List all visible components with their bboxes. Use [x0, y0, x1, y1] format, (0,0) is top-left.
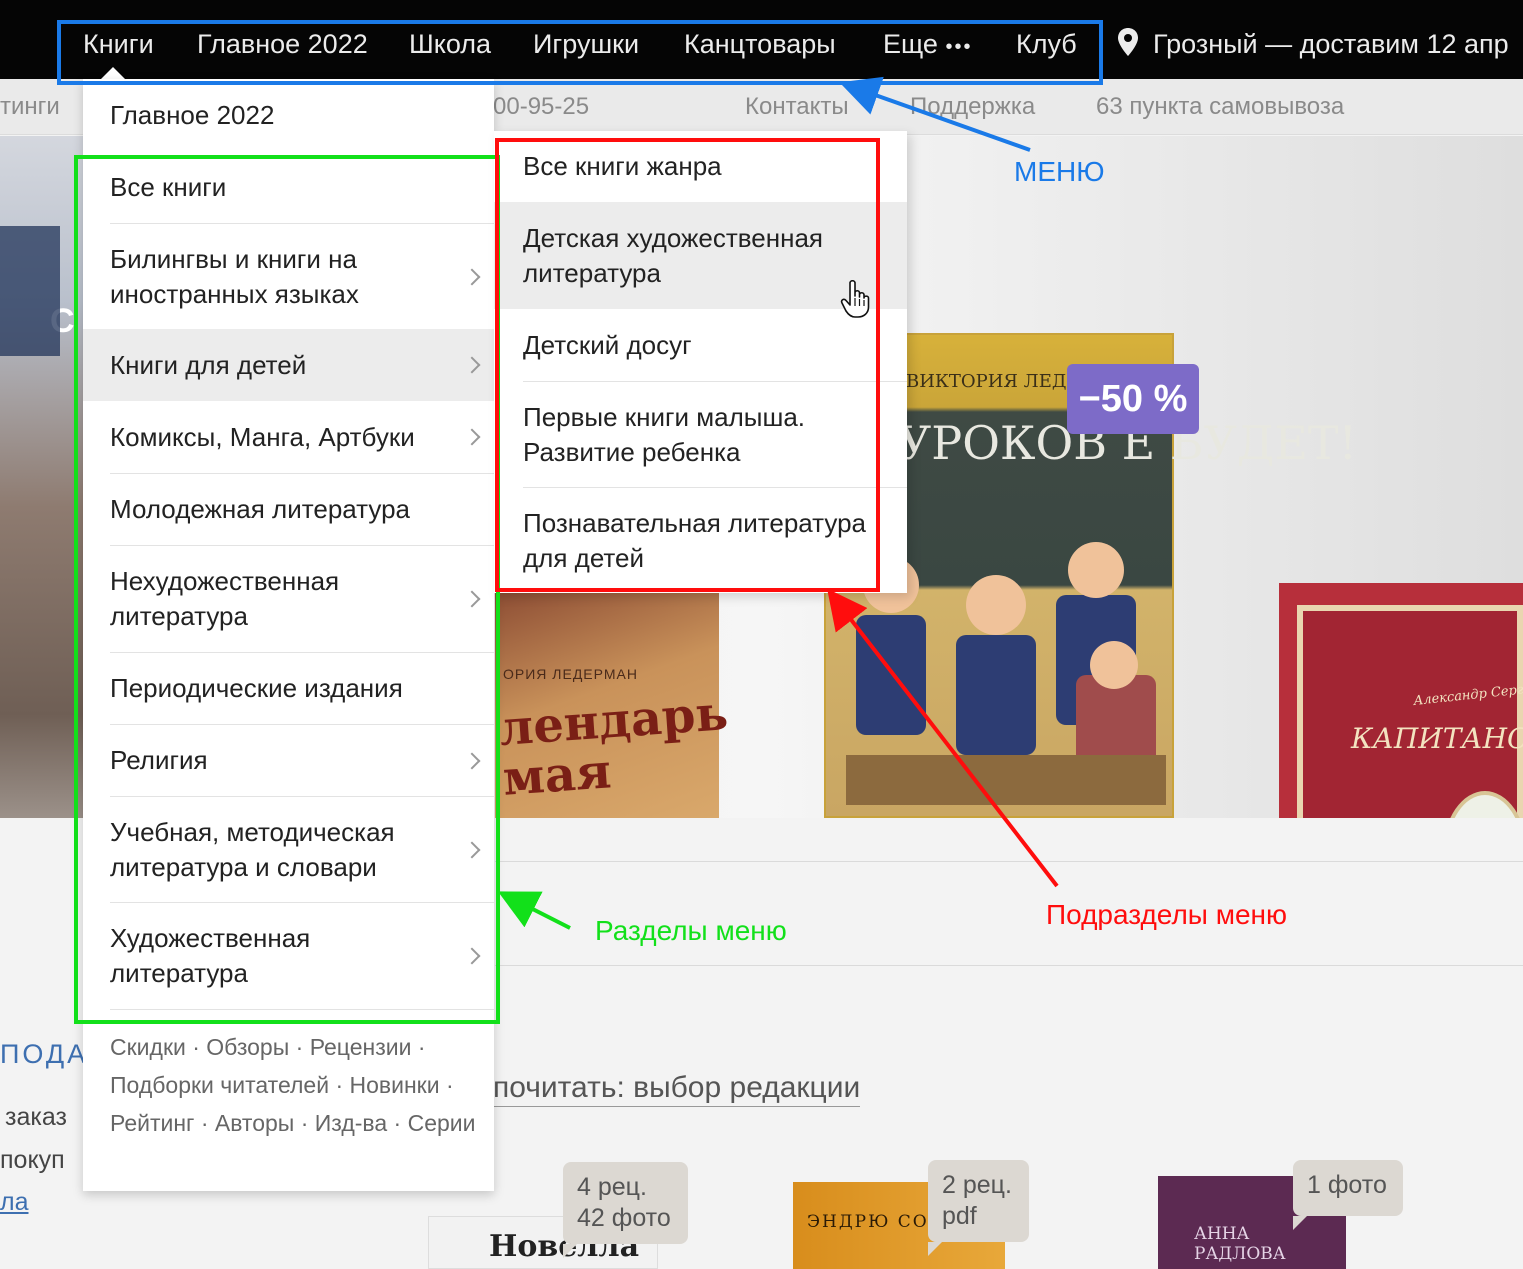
- dropdown-section-all-books[interactable]: Все книги: [83, 151, 494, 223]
- book-portrait: [1443, 791, 1523, 818]
- dropdown-item-label: Периодические издания: [110, 673, 403, 703]
- nav-item-club[interactable]: Клуб: [1016, 28, 1077, 60]
- chevron-right-icon: [463, 752, 481, 769]
- annotation-sections-label: Разделы меню: [595, 915, 787, 946]
- dropdown-section-kids-books[interactable]: Книги для детей: [83, 329, 494, 401]
- subbar-support-link[interactable]: Поддержка: [910, 93, 1035, 121]
- book-title: АННА РАДЛОВА: [1194, 1224, 1286, 1264]
- location-pin-icon[interactable]: [1117, 27, 1139, 57]
- dropdown-section-nonfiction[interactable]: Нехудожественная литература: [83, 546, 494, 652]
- book-cover-calendar[interactable]: ОРИЯ ЛЕДЕРМАН лендарь мая: [495, 588, 730, 818]
- chevron-right-icon: [463, 428, 481, 446]
- nav-item-main-2022[interactable]: Главное 2022: [197, 28, 368, 60]
- dropdown-section-bilingual[interactable]: Билингвы и книги на иностранных языках: [83, 224, 494, 329]
- dropdown-item-label: Нехудожественная литература: [110, 566, 340, 631]
- left-text-fragment: покуп: [0, 1146, 65, 1174]
- chevron-right-icon: [463, 356, 481, 374]
- books-dropdown-menu: Главное 2022 Все книги Билингвы и книги …: [83, 79, 494, 1191]
- nav-item-books[interactable]: Книги: [83, 28, 154, 60]
- book-ornate-frame: Александр Сергеевич Пушкин КАПИТАНСК ДОЧ…: [1297, 605, 1523, 818]
- nav-item-stationery[interactable]: Канцтовары: [684, 28, 836, 60]
- submenu-item-all-genre[interactable]: Все книги жанра: [494, 131, 907, 202]
- submenu-item-kids-leisure[interactable]: Детский досуг: [494, 309, 907, 381]
- nav-item-more[interactable]: Еще •••: [883, 28, 972, 63]
- dropdown-section-fiction[interactable]: Художественная литература: [83, 903, 494, 1009]
- annotation-subsections-label: Подразделы меню: [1046, 899, 1287, 930]
- subbar-phone[interactable]: 00-95-25: [493, 93, 589, 121]
- submenu-item-first-books[interactable]: Первые книги малыша. Развитие ребенка: [494, 382, 907, 487]
- submenu-item-label: Детская художественная литература: [523, 222, 824, 288]
- book-title: КАПИТАНСК ДОЧКА: [1351, 722, 1523, 755]
- review-count-tag[interactable]: 4 рец. 42 фото: [563, 1162, 688, 1258]
- submenu-item-label: Детский досуг: [523, 329, 692, 360]
- subbar-pickup-link[interactable]: 63 пункта самовывоза: [1096, 93, 1344, 121]
- nav-item-more-label: Еще: [883, 29, 938, 59]
- dropdown-section-comics[interactable]: Комиксы, Манга, Артбуки: [83, 401, 494, 473]
- nav-item-toys[interactable]: Игрушки: [533, 28, 639, 60]
- annotation-menu-label: МЕНЮ: [1014, 156, 1105, 187]
- dropdown-section-religion[interactable]: Религия: [83, 725, 494, 796]
- chevron-right-icon: [463, 947, 481, 965]
- dropdown-section-educational[interactable]: Учебная, методическая литература и слова…: [83, 797, 494, 902]
- left-text-fragment: заказ: [5, 1103, 67, 1131]
- chevron-right-icon: [463, 590, 481, 608]
- dropdown-section-periodicals[interactable]: Периодические издания: [83, 653, 494, 724]
- menu-separator: [110, 1009, 494, 1010]
- submenu-item-label: Первые книги малыша. Развитие ребенка: [523, 401, 806, 467]
- subbar-contacts-link[interactable]: Контакты: [745, 93, 849, 121]
- nav-item-school[interactable]: Школа: [409, 28, 491, 60]
- section-divider: [495, 861, 1523, 862]
- hand-cursor-icon: [840, 279, 870, 318]
- discount-badge: −50 %: [1067, 364, 1199, 434]
- editors-choice-heading[interactable]: почитать: выбор редакции: [493, 1070, 861, 1107]
- dropdown-footer-links[interactable]: Скидки · Обзоры · Рецензии · Подборки чи…: [110, 1028, 490, 1142]
- top-navigation-bar: Книги Главное 2022 Школа Игрушки Канцтов…: [0, 0, 1523, 79]
- delivery-location[interactable]: Грозный — доставим 12 апр: [1153, 28, 1509, 60]
- photo-count-tag[interactable]: 1 фото: [1293, 1160, 1403, 1230]
- left-link-fragment[interactable]: ла: [0, 1188, 29, 1217]
- book-cover-captains-daughter[interactable]: Александр Сергеевич Пушкин КАПИТАНСК ДОЧ…: [1279, 583, 1523, 818]
- book-title: лендарь мая: [497, 685, 730, 807]
- sections-arrow: [497, 891, 571, 930]
- chevron-right-icon: [463, 268, 481, 285]
- hero-person-image: С: [0, 136, 90, 818]
- submenu-item-label: Все книги жанра: [523, 151, 722, 181]
- left-heading-fragment: ПОДА: [0, 1039, 89, 1069]
- dropdown-item-label: Художественная литература: [110, 923, 311, 988]
- submenu-item-educational-kids[interactable]: Познавательная литература для детей: [494, 488, 907, 593]
- dropdown-item-main-2022[interactable]: Главное 2022: [83, 79, 494, 151]
- active-nav-caret: [101, 67, 125, 79]
- book-title: ЭНДРЮ СО: [807, 1212, 929, 1232]
- submenu-item-label: Познавательная литература для детей: [523, 507, 867, 573]
- chevron-right-icon: [463, 841, 481, 858]
- kids-books-submenu: Все книги жанра Детская художественная л…: [494, 131, 907, 593]
- dropdown-item-label: Билингвы и книги на иностранных языках: [110, 243, 359, 309]
- dropdown-item-label: Молодежная литература: [110, 494, 410, 524]
- dropdown-item-label: Учебная, методическая литература и слова…: [110, 816, 395, 882]
- book-author: ОРИЯ ЛЕДЕРМАН: [503, 666, 638, 682]
- section-divider: [495, 965, 1523, 966]
- dropdown-section-youth[interactable]: Молодежная литература: [83, 474, 494, 545]
- dropdown-item-label: Комиксы, Манга, Артбуки: [110, 421, 415, 452]
- dropdown-item-label: Главное 2022: [110, 99, 275, 130]
- review-count-tag[interactable]: 2 рец. pdf: [928, 1160, 1029, 1256]
- more-dots-icon: •••: [945, 36, 973, 58]
- dropdown-item-label: Книги для детей: [110, 349, 307, 380]
- subbar-fragment-ratings[interactable]: тинги: [0, 93, 60, 121]
- hero-left-fragment: С: [50, 302, 75, 340]
- dropdown-item-label: Все книги: [110, 171, 227, 202]
- book-author: Александр Сергеевич Пушкин: [1412, 672, 1523, 709]
- dropdown-item-label: Религия: [110, 745, 208, 775]
